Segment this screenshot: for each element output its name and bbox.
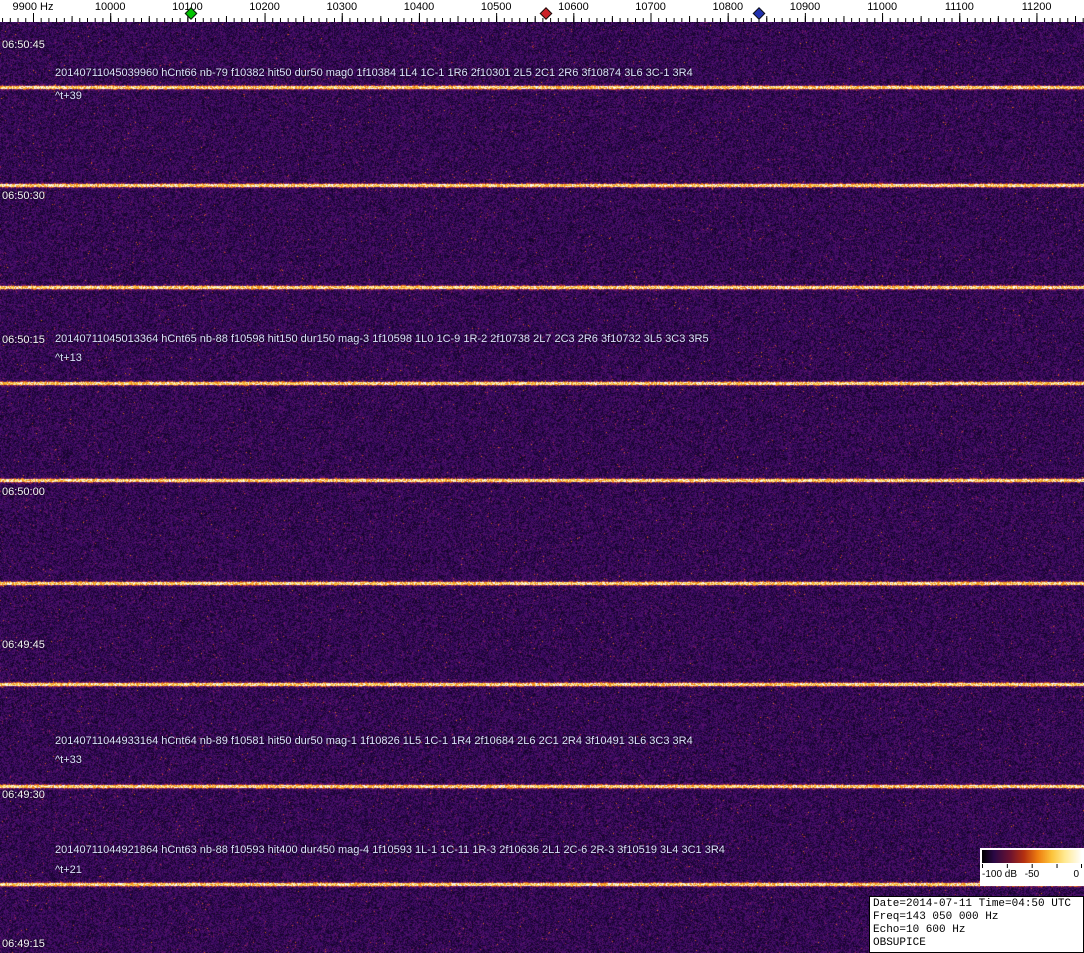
freq-tick-label: 10700 [635,1,666,13]
freq-tick-label: 10800 [713,1,744,13]
frequency-ruler[interactable]: 9900 Hz 10000 10100 10200 10300 10400 10500 106… [0,0,1084,22]
freq-tick-label: 10300 [327,1,358,13]
spectrogram-window: 9900 Hz 10000 10100 10200 10300 10400 10500 106… [0,0,1084,953]
waterfall-spectrogram[interactable] [0,22,1084,953]
freq-tick-label: 9900 Hz [13,1,54,13]
freq-tick-label: 11200 [1022,1,1052,13]
freq-tick-label: 10500 [481,1,512,13]
freq-tick-label: 10200 [249,1,280,13]
freq-tick-label: 11100 [945,1,974,13]
freq-tick-label: 10600 [558,1,589,13]
freq-tick-label: 11000 [867,1,897,13]
freq-tick-label: 10400 [404,1,435,13]
freq-tick-label: 10000 [95,1,126,13]
freq-tick-label: 10900 [790,1,821,13]
